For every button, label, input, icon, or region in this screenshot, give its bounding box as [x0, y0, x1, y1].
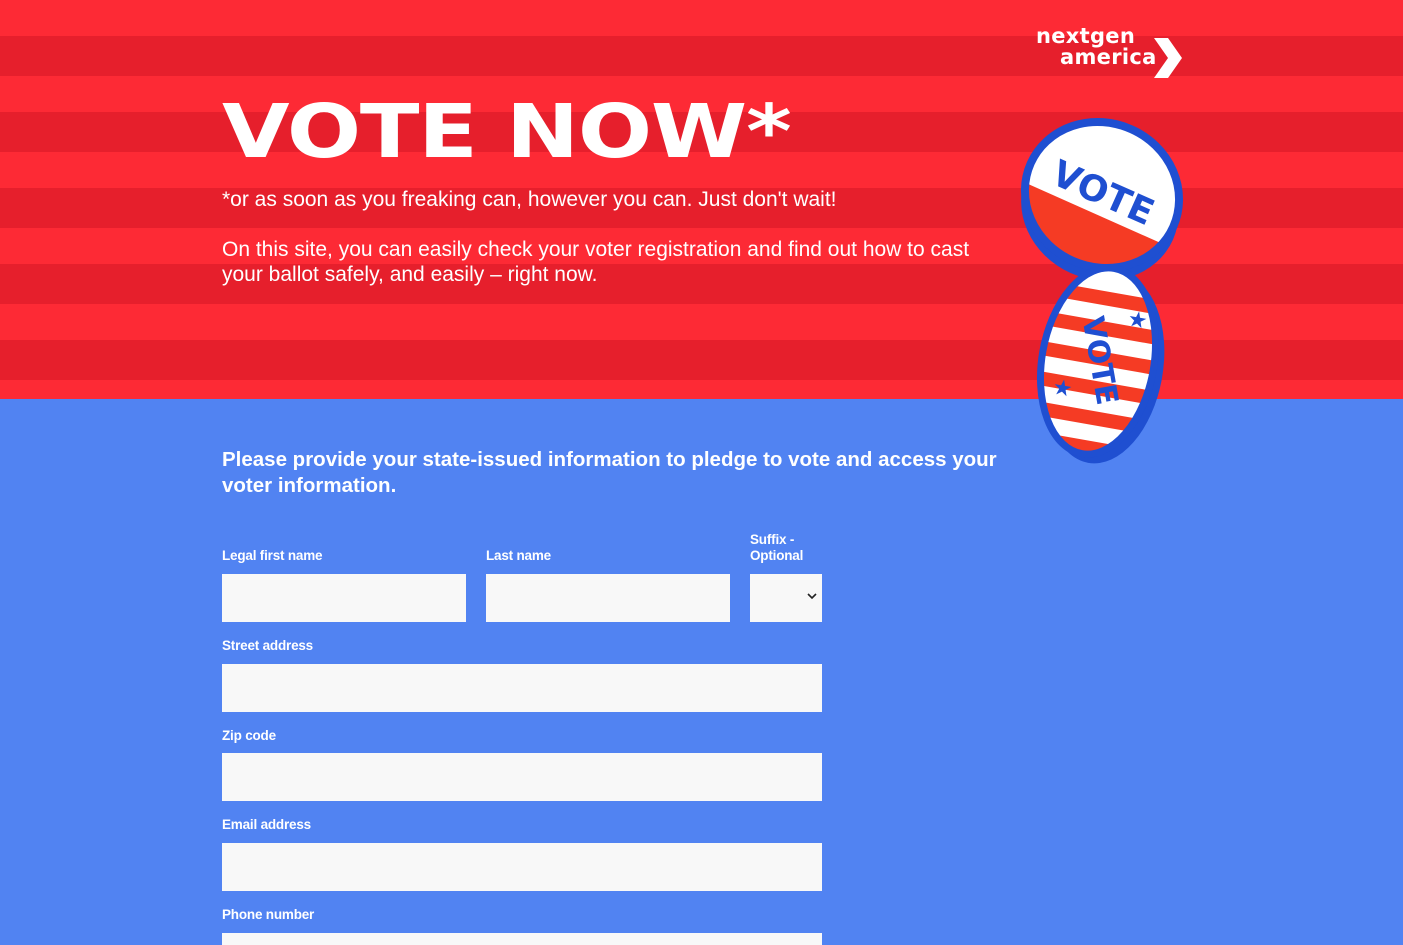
last-name-label: Last name	[486, 548, 551, 563]
phone-number-input[interactable]	[222, 933, 822, 945]
hero-lead-text: On this site, you can easily check your …	[222, 238, 970, 286]
suffix-label: Suffix - Optional	[750, 532, 804, 563]
zip-code-label: Zip code	[222, 728, 276, 743]
street-address-input[interactable]	[222, 664, 822, 712]
first-name-label: Legal first name	[222, 548, 323, 563]
hero-footnote: *or as soon as you freaking can, however…	[222, 188, 837, 211]
street-address-label: Street address	[222, 638, 313, 653]
logo-word-nextgen: nextgen	[1036, 24, 1136, 48]
suffix-select[interactable]	[750, 574, 822, 622]
logo-word-america: america	[1060, 45, 1157, 69]
last-name-input[interactable]	[486, 574, 730, 622]
zip-code-input[interactable]	[222, 753, 822, 801]
chevron-right-icon	[1154, 38, 1182, 78]
form-intro-text: Please provide your state-issued informa…	[222, 448, 997, 497]
first-name-input[interactable]	[222, 574, 466, 622]
vote-badge-icon: VOTE ★ ★	[1026, 258, 1170, 464]
page-title: VOTE NOW*	[222, 89, 792, 175]
phone-number-label: Phone number	[222, 907, 315, 922]
nextgen-america-logo[interactable]: nextgen america	[1036, 26, 1186, 82]
email-address-label: Email address	[222, 817, 311, 832]
vote-badges-illustration: VOTE VOTE ★ ★	[1010, 105, 1200, 464]
chevron-down-icon	[807, 593, 817, 600]
email-address-input[interactable]	[222, 843, 822, 891]
